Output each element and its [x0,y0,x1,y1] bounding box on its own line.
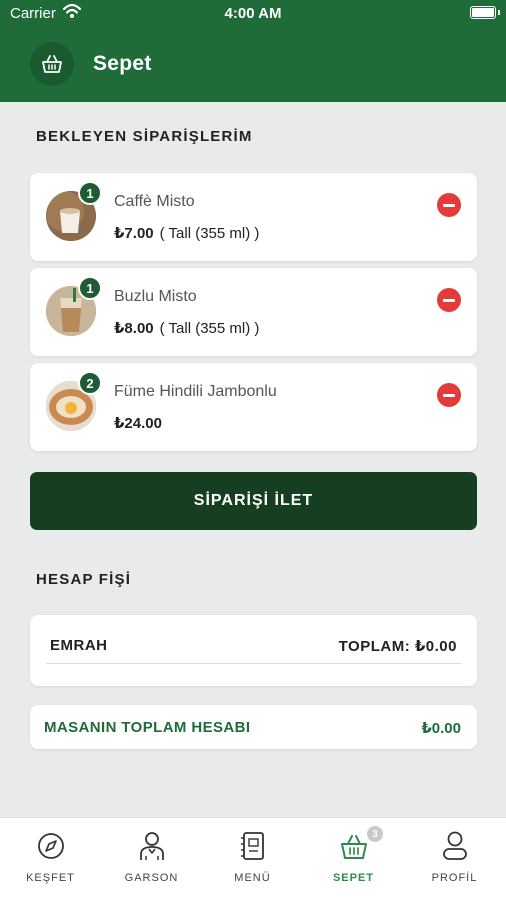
tab-menu[interactable]: MENÜ [202,818,303,900]
cart-count-badge: 3 [367,826,383,842]
tab-label: MENÜ [234,872,271,884]
customer-total: TOPLAM: ₺0.00 [338,638,457,655]
table-total-card: MASANIN TOPLAM HESABI ₺0.00 [30,705,477,749]
remove-item-button[interactable] [437,288,461,312]
item-size: ( Tall (355 ml) ) [159,225,260,242]
tab-sepet[interactable]: 3 SEPET [303,818,404,900]
page-title: Sepet [93,52,152,75]
tab-label: SEPET [332,872,375,884]
submit-order-button[interactable]: SİPARİŞİ İLET [30,472,477,530]
app-header: Carrier 4:00 AM Sepet [0,0,506,102]
item-price: ₺7.00 [114,225,154,242]
divider [46,663,461,664]
item-size: ( Tall (355 ml) ) [159,320,260,337]
remove-item-button[interactable] [437,193,461,217]
menu-book-icon [241,832,264,860]
item-price-line: ₺8.00 ( Tall (355 ml) ) [114,319,259,337]
compass-icon [38,833,64,859]
item-name: Buzlu Misto [114,288,197,305]
header-basket-button[interactable] [30,42,74,86]
item-price-line: ₺24.00 [114,414,162,432]
remove-item-button[interactable] [437,383,461,407]
table-total-value: ₺0.00 [421,720,461,737]
quantity-badge: 1 [78,181,102,205]
clock: 4:00 AM [224,5,282,22]
tab-bar: KEŞFET GARSON MENÜ 3 SEPET PROFİL [0,817,506,900]
item-price: ₺24.00 [114,415,162,432]
order-item[interactable]: 1 Caffè Misto ₺7.00 ( Tall (355 ml) ) [30,173,477,261]
order-item[interactable]: 2 Füme Hindili Jambonlu ₺24.00 [30,363,477,451]
order-item[interactable]: 1 Buzlu Misto ₺8.00 ( Tall (355 ml) ) [30,268,477,356]
receipt-card: EMRAH TOPLAM: ₺0.00 [30,615,477,686]
table-total-label: MASANIN TOPLAM HESABI [44,719,251,736]
quantity-badge: 2 [78,371,102,395]
battery-icon [470,6,500,19]
item-name: Caffè Misto [114,193,195,210]
tab-kesfet[interactable]: KEŞFET [0,818,101,900]
tab-label: PROFİL [431,872,478,884]
receipt-title: HESAP FİŞİ [36,571,132,588]
profile-icon [443,831,467,860]
basket-icon [42,55,62,73]
waiter-icon [140,832,164,860]
customer-name: EMRAH [50,637,108,654]
item-price: ₺8.00 [114,320,154,337]
pending-orders-title: BEKLEYEN SİPARİŞLERİM [36,128,253,145]
tab-profil[interactable]: PROFİL [404,818,505,900]
item-name: Füme Hindili Jambonlu [114,383,277,400]
tab-garson[interactable]: GARSON [101,818,202,900]
tab-label: KEŞFET [26,872,75,884]
status-bar: Carrier 4:00 AM [0,0,506,28]
basket-icon [341,835,367,859]
item-price-line: ₺7.00 ( Tall (355 ml) ) [114,224,259,242]
quantity-badge: 1 [78,276,102,300]
tab-label: GARSON [124,872,179,884]
